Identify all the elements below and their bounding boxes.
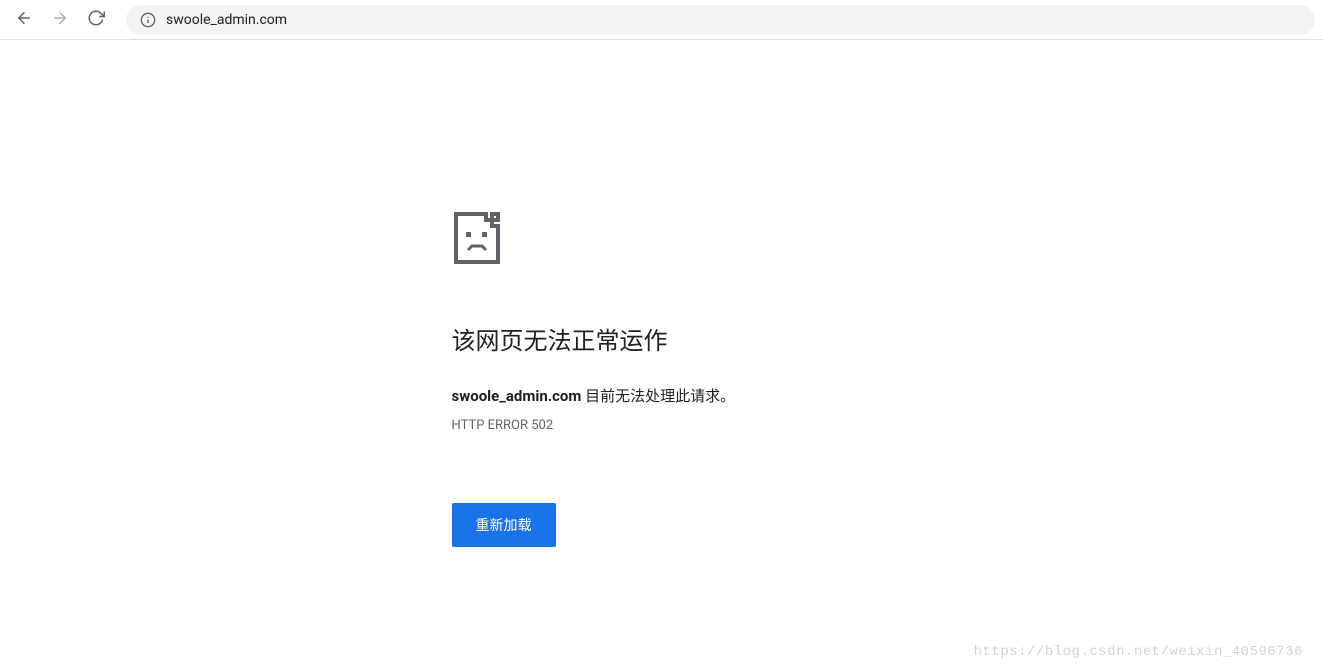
error-description: swoole_admin.com 目前无法处理此请求。 (452, 385, 872, 408)
reload-icon (87, 9, 105, 31)
error-domain: swoole_admin.com (452, 387, 582, 405)
sad-page-icon (452, 210, 502, 266)
forward-button[interactable] (44, 4, 76, 36)
error-block: 该网页无法正常运作 swoole_admin.com 目前无法处理此请求。 HT… (452, 210, 872, 547)
url-text: swoole_admin.com (166, 12, 287, 28)
error-page-content: 该网页无法正常运作 swoole_admin.com 目前无法处理此请求。 HT… (0, 40, 1323, 547)
arrow-left-icon (15, 9, 33, 31)
info-icon[interactable] (140, 12, 156, 28)
error-code: HTTP ERROR 502 (452, 418, 872, 433)
browser-toolbar: swoole_admin.com (0, 0, 1323, 40)
watermark-text: https://blog.csdn.net/weixin_40596736 (974, 644, 1303, 660)
error-title: 该网页无法正常运作 (452, 326, 872, 357)
reload-button[interactable]: 重新加载 (452, 503, 556, 547)
reload-nav-button[interactable] (80, 4, 112, 36)
back-button[interactable] (8, 4, 40, 36)
address-bar[interactable]: swoole_admin.com (126, 5, 1315, 35)
arrow-right-icon (51, 9, 69, 31)
error-message-suffix: 目前无法处理此请求。 (581, 387, 735, 405)
